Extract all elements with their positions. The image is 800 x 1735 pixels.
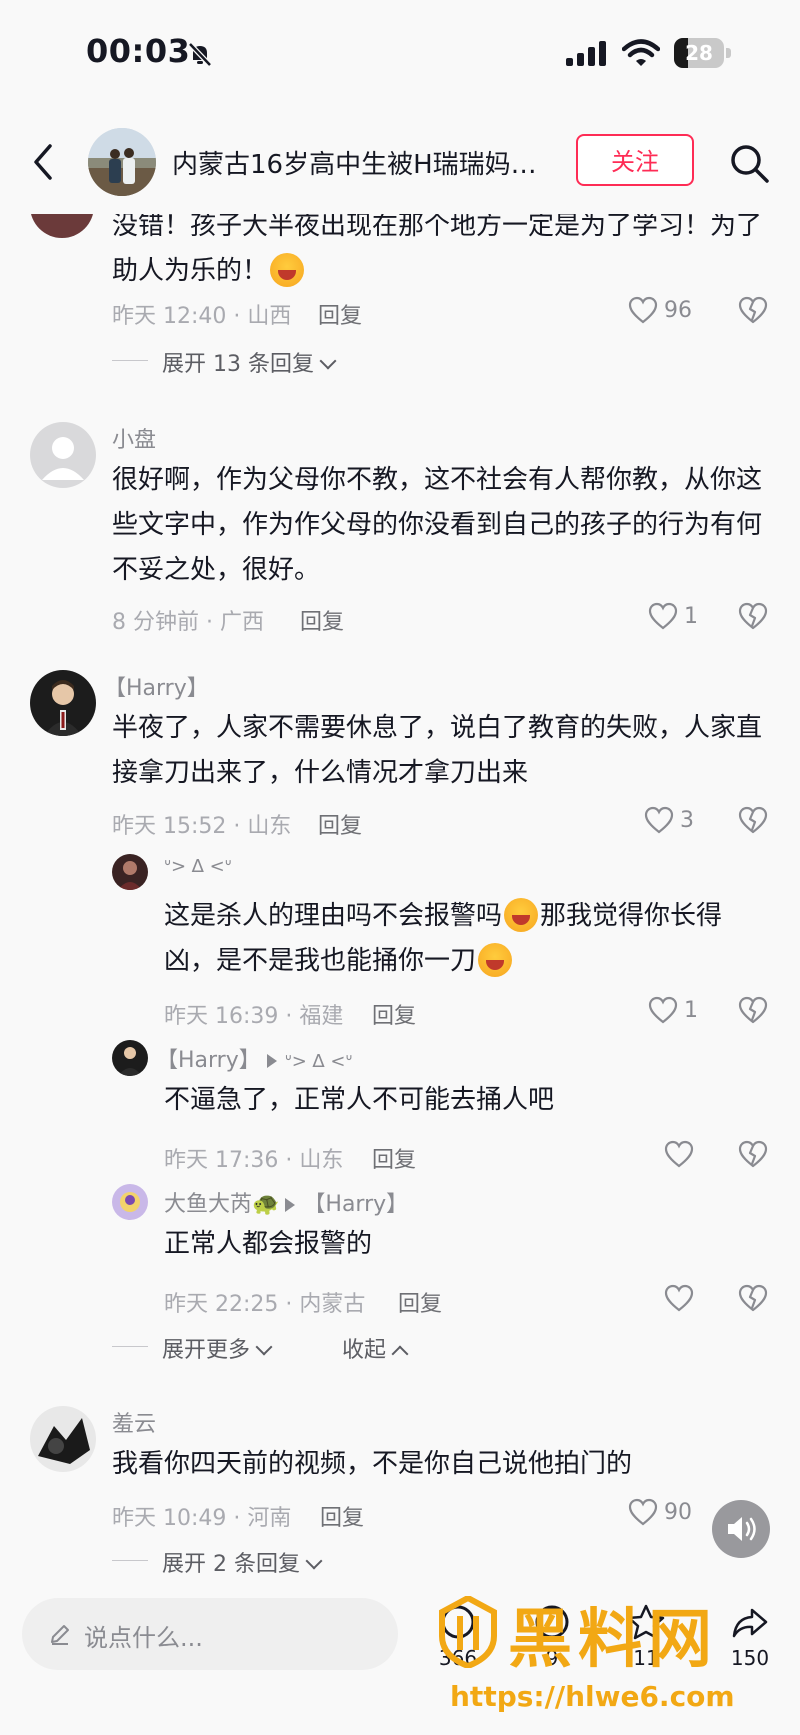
comment-meta: 昨天 15:52 · 山东 bbox=[112, 814, 292, 839]
broken-heart-icon[interactable] bbox=[738, 296, 768, 324]
reply-text: 这是杀人的理由吗不会报警吗 那我觉得你长得凶，是不是我也能捅你一刀 bbox=[164, 894, 764, 984]
status-time: 00:03 bbox=[86, 32, 191, 70]
heart-icon[interactable] bbox=[648, 602, 678, 630]
reply-button[interactable]: 回复 bbox=[300, 604, 344, 636]
commenter-avatar[interactable] bbox=[30, 422, 96, 488]
reply-meta: 昨天 16:39 · 福建 bbox=[164, 1004, 344, 1029]
comment-meta: 8 分钟前 · 广西 bbox=[112, 610, 264, 635]
bell-slash-icon bbox=[188, 42, 212, 67]
replier-avatar[interactable] bbox=[112, 1184, 148, 1220]
battery-indicator: 28 bbox=[674, 38, 732, 68]
replier-avatar[interactable] bbox=[112, 1040, 148, 1076]
like-count: 1 bbox=[684, 998, 698, 1023]
reply-button[interactable]: 回复 bbox=[318, 808, 362, 840]
like-count: 3 bbox=[680, 808, 694, 833]
input-placeholder: 说点什么... bbox=[84, 1624, 203, 1652]
video-title: 内蒙古16岁高中生被H瑞瑞妈… bbox=[172, 150, 537, 180]
replier-avatar[interactable] bbox=[112, 854, 148, 890]
laughing-emoji-icon bbox=[478, 942, 513, 977]
sound-toggle-button[interactable] bbox=[712, 1500, 770, 1558]
replier-name: ᐡ> ∆ <ᐡ bbox=[164, 856, 232, 877]
heart-icon[interactable] bbox=[648, 996, 678, 1024]
follow-button[interactable]: 关注 bbox=[576, 134, 694, 186]
watermark: 黑料网 https://hlwe6.com bbox=[436, 1588, 782, 1728]
heart-icon[interactable] bbox=[628, 296, 658, 324]
broken-heart-icon[interactable] bbox=[738, 1284, 768, 1312]
comment-text: 没错！孩子大半夜出现在那个地方一定是为了学习！为了助人为乐的！ bbox=[112, 211, 763, 287]
back-icon[interactable] bbox=[28, 142, 60, 182]
reply-arrow-icon bbox=[266, 1054, 277, 1068]
heart-icon[interactable] bbox=[664, 1284, 694, 1312]
commenter-name: 小盘 bbox=[112, 428, 157, 453]
signal-icon bbox=[566, 41, 606, 66]
replier-name: 大鱼大芮🐢 【Harry】 bbox=[164, 1192, 409, 1217]
collapse-button[interactable]: 收起 bbox=[342, 1332, 409, 1364]
expand-replies-button[interactable]: 展开 13 条回复 bbox=[162, 346, 337, 378]
speaker-icon bbox=[728, 1517, 756, 1541]
expand-replies-button[interactable]: 展开 2 条回复 bbox=[162, 1546, 323, 1578]
reply-text: 正常人都会报警的 bbox=[164, 1229, 373, 1259]
reply-button[interactable]: 回复 bbox=[398, 1286, 442, 1318]
reply-button[interactable]: 回复 bbox=[318, 298, 362, 330]
pencil-icon bbox=[51, 1625, 69, 1645]
broken-heart-icon[interactable] bbox=[738, 996, 768, 1024]
broken-heart-icon[interactable] bbox=[738, 602, 768, 630]
comment-meta: 昨天 10:49 · 河南 bbox=[112, 1506, 292, 1531]
like-count: 1 bbox=[684, 604, 698, 629]
comment-input[interactable]: 说点什么... bbox=[22, 1598, 398, 1670]
video-header: 内蒙古16岁高中生被H瑞瑞妈… 关注 bbox=[0, 110, 800, 214]
comment-text: 我看你四天前的视频，不是你自己说他拍门的 bbox=[112, 1449, 633, 1479]
search-icon[interactable] bbox=[728, 142, 770, 184]
heart-icon[interactable] bbox=[664, 1140, 694, 1168]
heart-icon[interactable] bbox=[628, 1498, 658, 1526]
broken-heart-icon[interactable] bbox=[738, 1140, 768, 1168]
commenter-avatar[interactable] bbox=[30, 670, 96, 736]
laughing-emoji-icon bbox=[270, 252, 305, 287]
broken-heart-icon[interactable] bbox=[738, 806, 768, 834]
battery-percent: 28 bbox=[685, 41, 713, 65]
commenter-name: 羞云 bbox=[112, 1412, 157, 1437]
crying-laughing-emoji-icon bbox=[504, 897, 539, 932]
watermark-logo-icon bbox=[439, 1596, 497, 1668]
replier-name: 【Harry】 ᐡ> ∆ <ᐡ bbox=[156, 1048, 353, 1073]
like-count: 96 bbox=[664, 298, 692, 323]
expand-more-button[interactable]: 展开更多 bbox=[162, 1332, 273, 1364]
reply-meta: 昨天 17:36 · 山东 bbox=[164, 1148, 344, 1173]
watermark-text: 黑料网 bbox=[508, 1603, 718, 1677]
commenter-avatar[interactable] bbox=[30, 1406, 96, 1472]
reply-button[interactable]: 回复 bbox=[320, 1500, 364, 1532]
reply-button[interactable]: 回复 bbox=[372, 998, 416, 1030]
status-bar: 00:03 28 bbox=[0, 0, 800, 110]
bottom-bar: 说点什么... 366 9 11 150 黑料网 https://hlwe6.c… bbox=[0, 1580, 800, 1735]
reply-arrow-icon bbox=[285, 1198, 296, 1212]
comment-text: 很好啊，作为父母你不教，这不社会有人帮你教，从你这些文字中，作为作父母的你没看到… bbox=[112, 465, 763, 585]
commenter-name: 【Harry】 bbox=[104, 676, 209, 701]
watermark-url: https://hlwe6.com bbox=[450, 1680, 735, 1713]
comment-meta: 昨天 12:40 · 山西 bbox=[112, 304, 292, 329]
reply-text: 不逼急了，正常人不可能去捅人吧 bbox=[164, 1085, 555, 1115]
like-count: 90 bbox=[664, 1500, 692, 1525]
author-avatar[interactable] bbox=[88, 128, 156, 196]
reply-meta: 昨天 22:25 · 内蒙古 bbox=[164, 1292, 366, 1317]
heart-icon[interactable] bbox=[644, 806, 674, 834]
wifi-icon bbox=[622, 39, 660, 66]
comment-text: 半夜了，人家不需要休息了，说白了教育的失败，人家直接拿刀出来了，什么情况才拿刀出… bbox=[112, 713, 763, 788]
reply-button[interactable]: 回复 bbox=[372, 1142, 416, 1174]
